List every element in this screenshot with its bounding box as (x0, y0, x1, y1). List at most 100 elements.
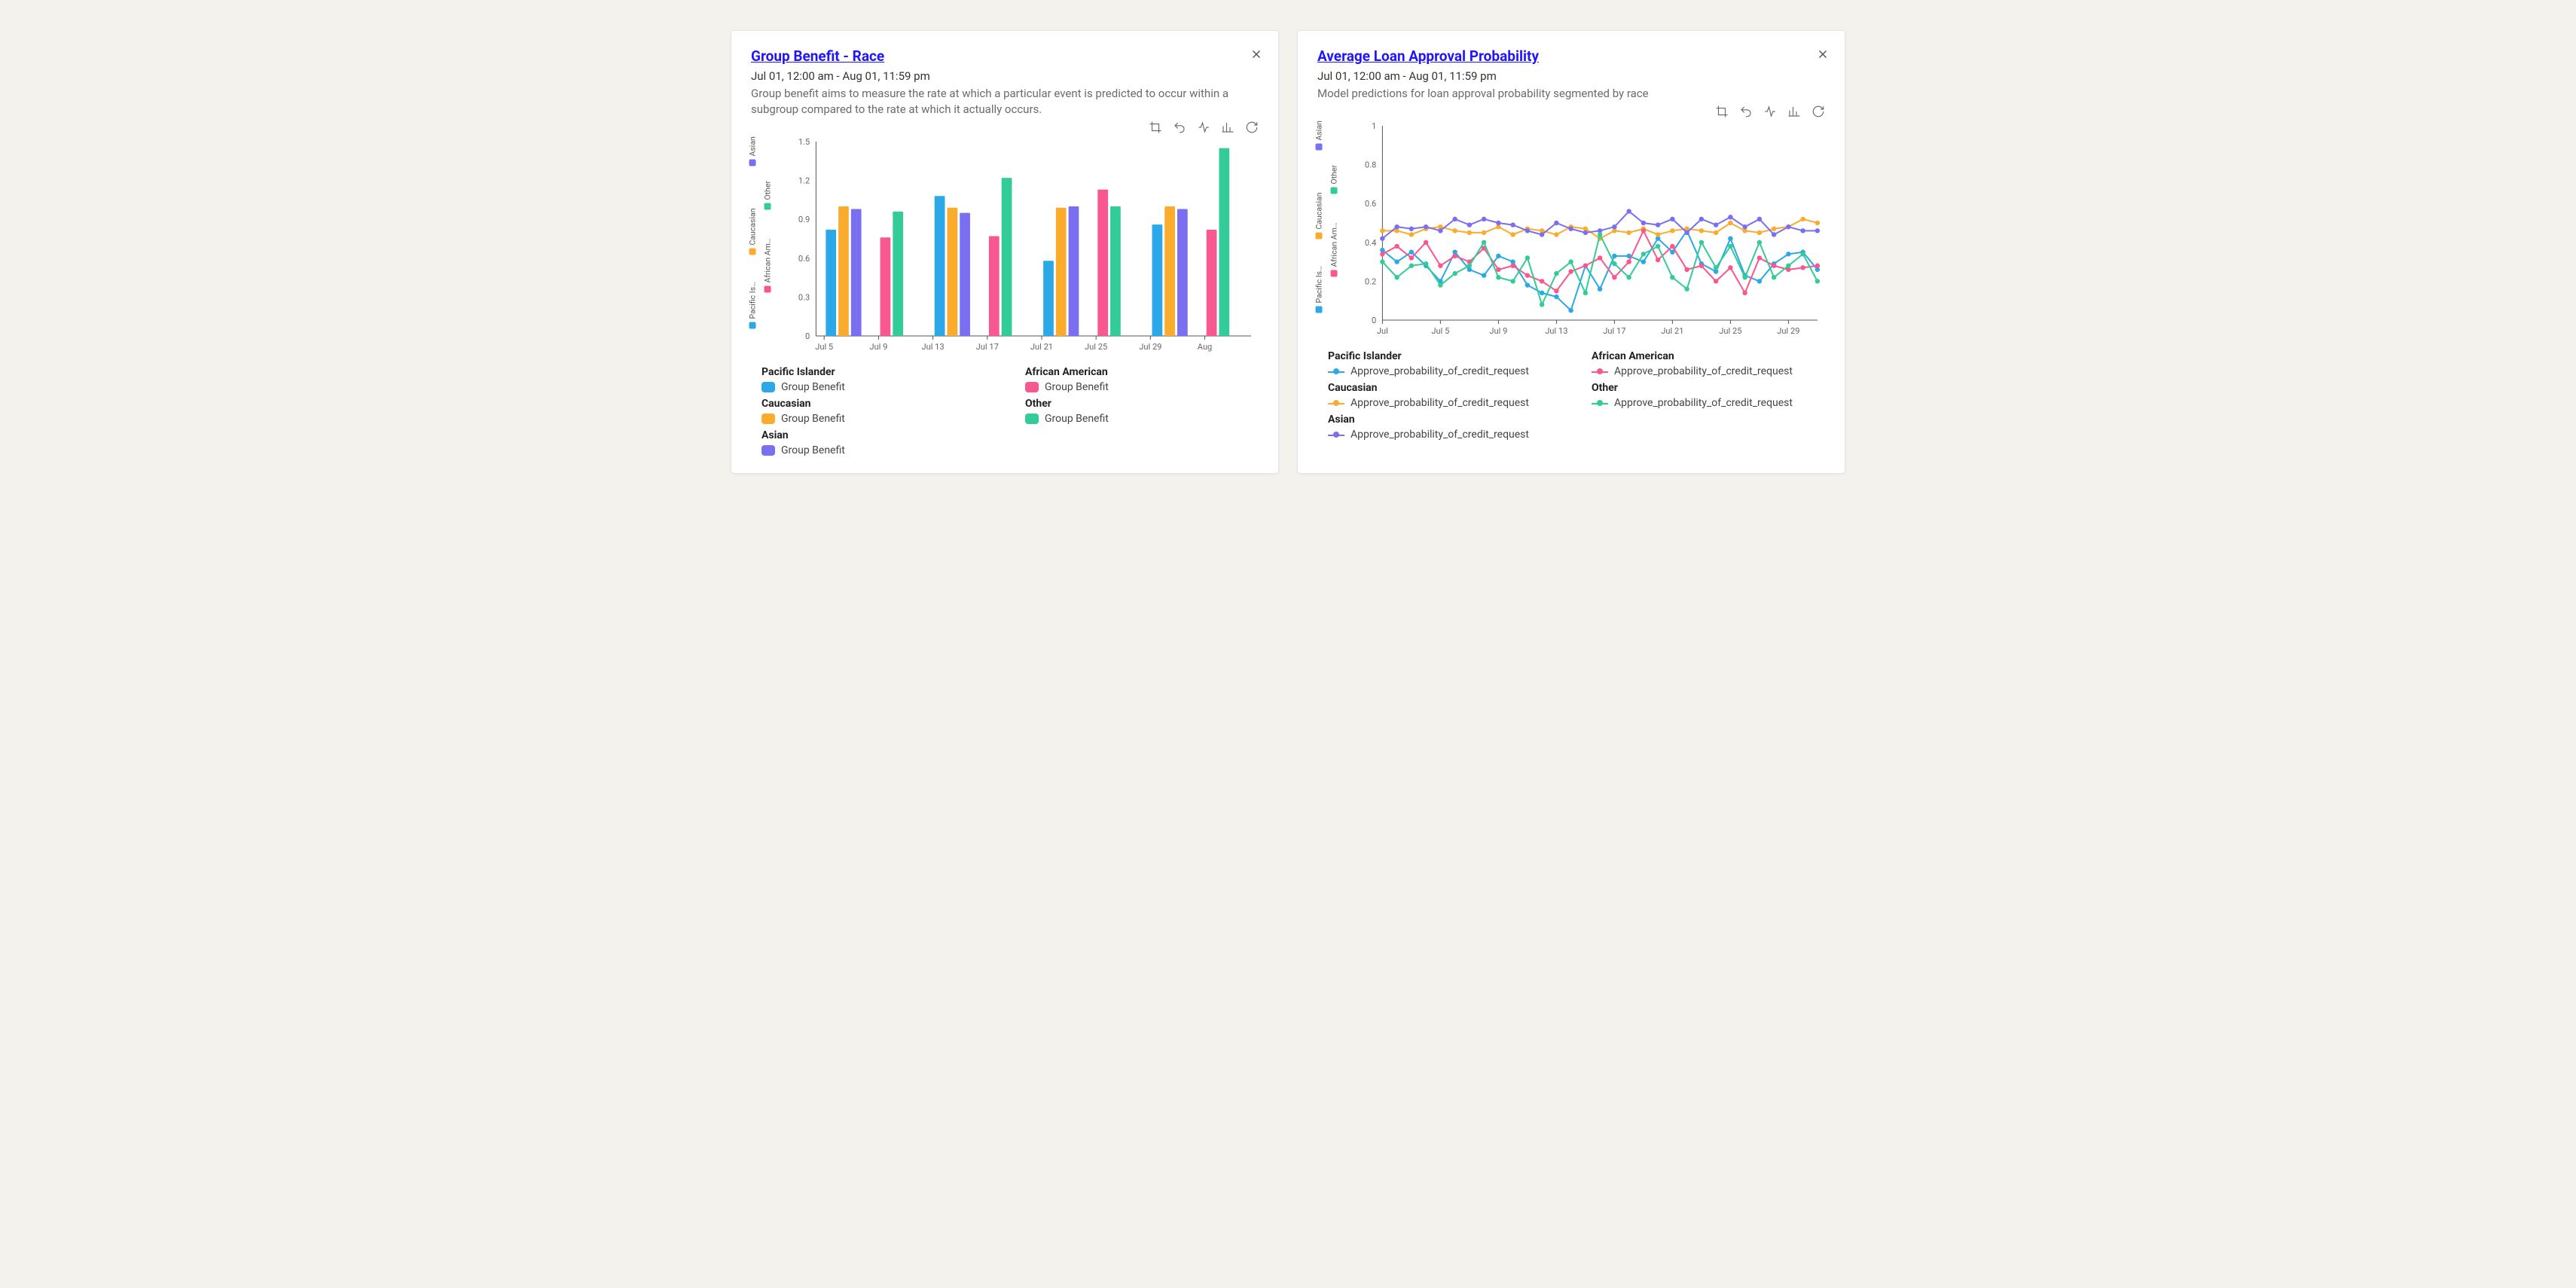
side-legend-item: Other (1329, 165, 1339, 194)
card-title-link[interactable]: Average Loan Approval Probability (1317, 47, 1539, 65)
legend-group-title: Other (1592, 382, 1825, 394)
legend-group-title: African American (1592, 350, 1825, 362)
svg-text:Jul 25: Jul 25 (1719, 326, 1741, 336)
svg-text:Jul 9: Jul 9 (1489, 326, 1507, 336)
legend-swatch (762, 445, 775, 456)
svg-text:Jul 21: Jul 21 (1030, 342, 1053, 352)
svg-text:Jul: Jul (1377, 326, 1388, 336)
legend-swatch (1025, 414, 1039, 424)
legend-group: Other Approve_probability_of_credit_reque… (1592, 382, 1825, 409)
legend-group-title: Caucasian (762, 398, 995, 410)
legend-swatch (1592, 398, 1608, 408)
legend-swatch (1328, 398, 1344, 408)
chart-toolbar (751, 121, 1259, 134)
bar-chart-icon[interactable] (1221, 121, 1235, 134)
legend-metric-label: Approve_probability_of_credit_request (1351, 365, 1529, 377)
undo-icon[interactable] (1739, 105, 1753, 118)
legend-group: Caucasian Approve_probability_of_credit_r… (1328, 382, 1561, 409)
svg-text:0: 0 (805, 331, 810, 341)
side-legend-item: Pacific Is… (748, 282, 758, 329)
side-legend-item: Other (763, 181, 773, 210)
legend-metric-label: Approve_probability_of_credit_request (1351, 429, 1529, 441)
legend-group-title: Other (1025, 398, 1259, 410)
legend-item[interactable]: Group Benefit (762, 444, 995, 456)
card-title-link[interactable]: Group Benefit - Race (751, 47, 884, 65)
chart-area: Pacific Is…African Am…CaucasianOtherAsia… (751, 137, 1259, 356)
activity-icon[interactable] (1197, 121, 1210, 134)
svg-text:Jul 25: Jul 25 (1085, 342, 1107, 352)
legend-group: Asian Approve_probability_of_credit_reque… (1328, 414, 1561, 441)
legend-group-title: Asian (762, 429, 995, 441)
line-chart: 00.20.40.60.81JulJul 5Jul 9Jul 13Jul 17J… (1354, 121, 1825, 340)
close-icon[interactable] (1816, 47, 1830, 64)
side-legend-item: Caucasian (748, 208, 758, 255)
legend-swatch (1592, 366, 1608, 377)
card-avg-approval: Average Loan Approval Probability Jul 01… (1297, 30, 1845, 474)
refresh-icon[interactable] (1811, 105, 1825, 118)
legend-item[interactable]: Group Benefit (762, 381, 995, 393)
activity-icon[interactable] (1763, 105, 1777, 118)
card-description: Group benefit aims to measure the rate a… (751, 86, 1233, 118)
legend-swatch (1328, 429, 1344, 440)
legend-swatch (1025, 382, 1039, 392)
legend-item[interactable]: Approve_probability_of_credit_request (1328, 397, 1561, 409)
legend-group-title: Asian (1328, 414, 1561, 426)
chart-toolbar (1317, 105, 1825, 118)
legend-swatch (762, 414, 775, 424)
legend-item[interactable]: Approve_probability_of_credit_request (1592, 397, 1825, 409)
legend-item[interactable]: Group Benefit (1025, 381, 1259, 393)
svg-text:Jul 17: Jul 17 (1603, 326, 1625, 336)
legend-item[interactable]: Approve_probability_of_credit_request (1328, 365, 1561, 377)
svg-text:0.8: 0.8 (1365, 160, 1376, 170)
svg-text:Jul 21: Jul 21 (1661, 326, 1683, 336)
legend-metric-label: Group Benefit (781, 444, 845, 456)
svg-text:Jul 17: Jul 17 (976, 342, 999, 352)
svg-text:0.3: 0.3 (798, 292, 810, 302)
dashboard: Group Benefit - Race Jul 01, 12:00 am - … (731, 30, 1845, 474)
bar-chart-icon[interactable] (1787, 105, 1801, 118)
legend-item[interactable]: Group Benefit (1025, 413, 1259, 425)
legend-metric-label: Approve_probability_of_credit_request (1351, 397, 1529, 409)
svg-text:Jul 5: Jul 5 (815, 342, 833, 352)
bar-chart: 00.30.60.91.21.5Jul 5Jul 9Jul 13Jul 17Ju… (787, 137, 1259, 356)
legend-metric-label: Group Benefit (781, 413, 845, 425)
svg-text:Jul 29: Jul 29 (1777, 326, 1799, 336)
side-legend: Pacific Is…African Am…CaucasianOtherAsia… (751, 137, 787, 356)
legend-group: African American Approve_probability_of_c… (1592, 350, 1825, 377)
legend-item[interactable]: Approve_probability_of_credit_request (1592, 365, 1825, 377)
legend-metric-label: Approve_probability_of_credit_request (1614, 365, 1793, 377)
svg-text:Jul 5: Jul 5 (1431, 326, 1449, 336)
svg-text:0: 0 (1372, 316, 1376, 325)
side-legend-item: Caucasian (1314, 192, 1324, 239)
undo-icon[interactable] (1173, 121, 1186, 134)
refresh-icon[interactable] (1245, 121, 1259, 134)
crop-icon[interactable] (1149, 121, 1162, 134)
close-icon[interactable] (1250, 47, 1263, 64)
legend-group: Pacific Islander Approve_probability_of_c… (1328, 350, 1561, 377)
svg-text:Aug: Aug (1198, 342, 1213, 352)
svg-text:0.4: 0.4 (1365, 238, 1376, 248)
legend-swatch (1328, 366, 1344, 377)
legend-metric-label: Group Benefit (1045, 381, 1109, 393)
svg-text:1.5: 1.5 (798, 137, 810, 147)
svg-text:Jul 29: Jul 29 (1139, 342, 1161, 352)
legend-group: Other Group Benefit (1025, 398, 1259, 425)
bottom-legend: Pacific IslanderGroup BenefitAfrican Ame… (751, 366, 1259, 456)
legend-item[interactable]: Approve_probability_of_credit_request (1328, 429, 1561, 441)
legend-group: Asian Group Benefit (762, 429, 995, 456)
side-legend-item: Asian (748, 136, 758, 166)
legend-group: Caucasian Group Benefit (762, 398, 995, 425)
card-date-range: Jul 01, 12:00 am - Aug 01, 11:59 pm (751, 69, 1259, 83)
legend-group-title: Caucasian (1328, 382, 1561, 394)
legend-group-title: Pacific Islander (1328, 350, 1561, 362)
svg-text:1: 1 (1372, 121, 1376, 131)
bottom-legend: Pacific Islander Approve_probability_of_c… (1317, 350, 1825, 441)
legend-item[interactable]: Group Benefit (762, 413, 995, 425)
card-date-range: Jul 01, 12:00 am - Aug 01, 11:59 pm (1317, 69, 1825, 83)
svg-text:Jul 13: Jul 13 (1545, 326, 1567, 336)
card-description: Model predictions for loan approval prob… (1317, 86, 1799, 102)
legend-metric-label: Approve_probability_of_credit_request (1614, 397, 1793, 409)
legend-metric-label: Group Benefit (781, 381, 845, 393)
side-legend-item: African Am… (1329, 222, 1339, 276)
crop-icon[interactable] (1715, 105, 1729, 118)
